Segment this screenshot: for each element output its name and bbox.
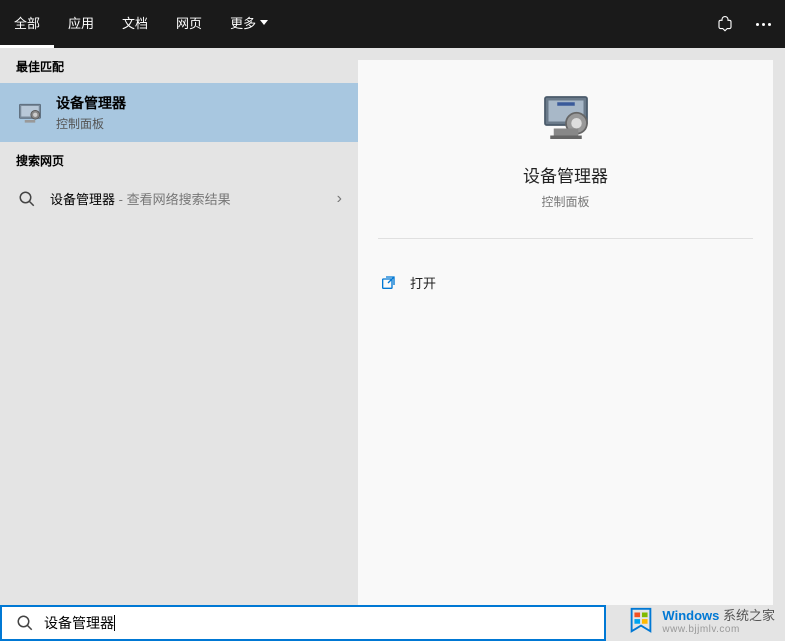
header-actions [715, 14, 773, 34]
preview-actions: 打开 [358, 259, 773, 306]
open-action[interactable]: 打开 [380, 273, 751, 292]
tab-label: 网页 [176, 13, 202, 32]
search-icon [18, 190, 36, 208]
header-tabs: 全部 应用 文档 网页 更多 [0, 0, 282, 48]
web-search-item[interactable]: 设备管理器 - 查看网络搜索结果 › [0, 177, 358, 220]
device-manager-icon [16, 99, 44, 127]
watermark-url: www.bjjmlv.com [662, 624, 775, 635]
chevron-down-icon [260, 20, 268, 25]
result-title: 设备管理器 [56, 93, 342, 113]
tab-more[interactable]: 更多 [216, 0, 282, 48]
open-label: 打开 [410, 273, 436, 292]
tab-apps[interactable]: 应用 [54, 0, 108, 48]
watermark: Windows 系统之家 www.bjjmlv.com [626, 605, 775, 635]
divider [378, 238, 753, 239]
chevron-right-icon: › [337, 190, 342, 208]
tab-label: 更多 [230, 13, 256, 32]
preview-subtitle: 控制面板 [541, 193, 589, 210]
preview-title: 设备管理器 [523, 162, 608, 187]
header-bar: 全部 应用 文档 网页 更多 [0, 0, 785, 48]
results-panel: 最佳匹配 设备管理器 控制面板 搜索网页 设备管理器 - 查看网络搜索结果 › [0, 48, 358, 605]
preview-content: 设备管理器 控制面板 [358, 60, 773, 259]
tab-label: 文档 [122, 13, 148, 32]
result-text: 设备管理器 控制面板 [56, 93, 342, 132]
windows-logo-icon [626, 605, 656, 635]
best-match-header: 最佳匹配 [0, 48, 358, 83]
tab-web[interactable]: 网页 [162, 0, 216, 48]
tab-label: 应用 [68, 13, 94, 32]
web-query: 设备管理器 [50, 192, 115, 207]
watermark-brand: Windows 系统之家 [662, 605, 775, 624]
web-result-text: 设备管理器 - 查看网络搜索结果 [50, 189, 337, 208]
open-icon [380, 275, 396, 291]
search-web-header: 搜索网页 [0, 142, 358, 177]
preview-device-manager-icon [538, 90, 594, 146]
tab-label: 全部 [14, 13, 40, 32]
best-match-item[interactable]: 设备管理器 控制面板 [0, 83, 358, 142]
search-bar[interactable]: 设备管理器 [0, 605, 606, 641]
result-subtitle: 控制面板 [56, 115, 342, 132]
more-options-icon[interactable] [753, 14, 773, 34]
web-suffix: - 查看网络搜索结果 [115, 192, 231, 207]
tab-documents[interactable]: 文档 [108, 0, 162, 48]
tab-all[interactable]: 全部 [0, 0, 54, 48]
main-body: 最佳匹配 设备管理器 控制面板 搜索网页 设备管理器 - 查看网络搜索结果 › … [0, 48, 785, 605]
feedback-icon[interactable] [715, 14, 735, 34]
preview-panel: 设备管理器 控制面板 打开 [358, 60, 773, 605]
